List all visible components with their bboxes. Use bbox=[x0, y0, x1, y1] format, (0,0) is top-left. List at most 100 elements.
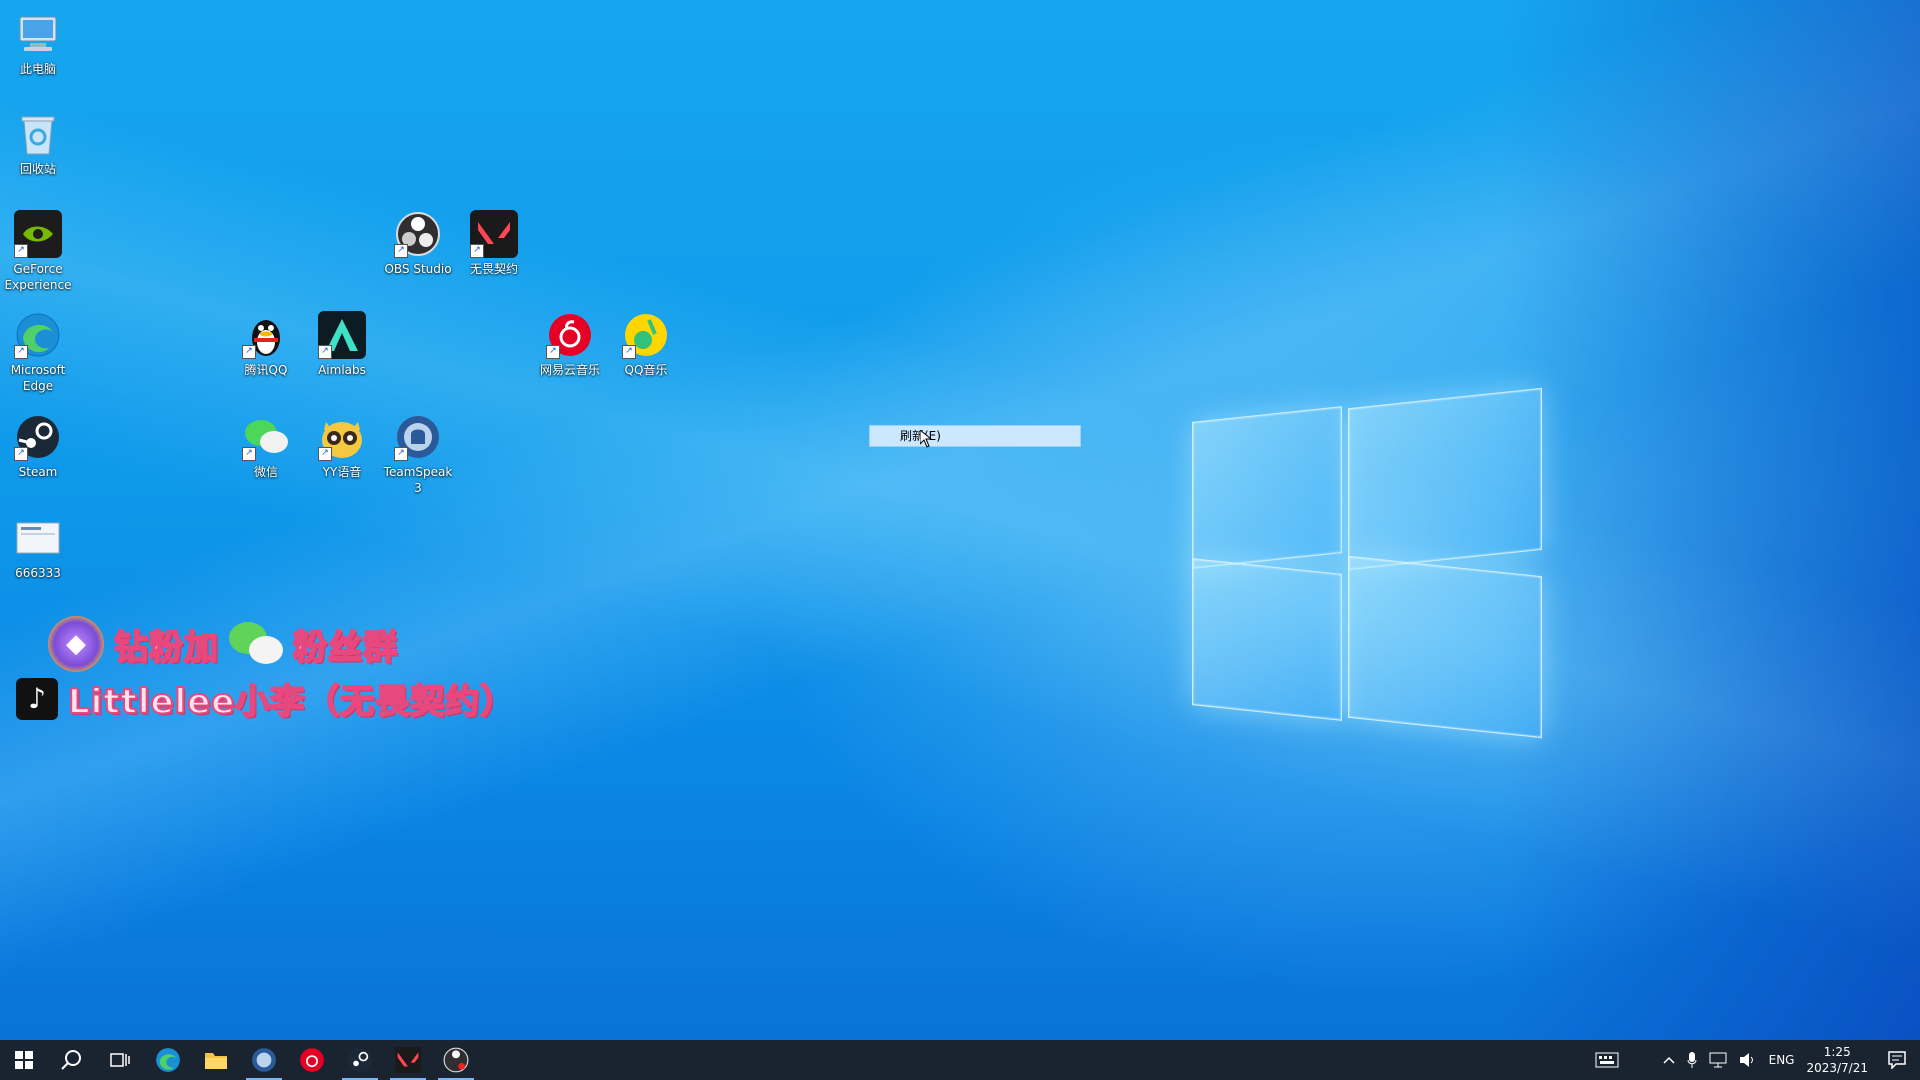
shortcut-arrow-icon: ↗ bbox=[318, 345, 332, 359]
wechat-icon: ↗ bbox=[242, 413, 290, 461]
icon-label: 666333 bbox=[15, 566, 61, 580]
desktop-icon-geforce[interactable]: ↗ GeForce Experience bbox=[1, 210, 75, 293]
start-button[interactable] bbox=[0, 1040, 48, 1080]
desktop-icon-this-pc[interactable]: 此电脑 bbox=[1, 10, 75, 77]
desktop-icon-valorant[interactable]: ↗ 无畏契约 bbox=[457, 210, 531, 277]
diamond-badge-icon: ◆ bbox=[48, 616, 104, 672]
banner-text-a: 钻粉加 bbox=[113, 627, 219, 669]
tray-spacer bbox=[1625, 1040, 1657, 1080]
document-thumbnail-icon bbox=[14, 514, 62, 562]
obs-icon bbox=[443, 1047, 469, 1073]
tray-clock[interactable]: 1:25 2023/7/21 bbox=[1800, 1040, 1874, 1080]
desktop-icon-yy[interactable]: ↗ YY语音 bbox=[305, 413, 379, 480]
tray-microphone-button[interactable] bbox=[1681, 1040, 1703, 1080]
icon-label: Aimlabs bbox=[318, 363, 366, 377]
shortcut-arrow-icon: ↗ bbox=[14, 345, 28, 359]
icon-label: Steam bbox=[18, 465, 58, 479]
desktop-icon-obs[interactable]: ↗ OBS Studio bbox=[381, 210, 455, 277]
banner-text-b: 粉丝群 bbox=[292, 627, 398, 669]
tray-keyboard-button[interactable] bbox=[1589, 1040, 1625, 1080]
network-icon bbox=[1709, 1052, 1727, 1068]
speaker-icon bbox=[1739, 1053, 1753, 1067]
icon-label: GeForce Experience bbox=[4, 262, 72, 292]
desktop-icon-666333[interactable]: 666333 bbox=[1, 514, 75, 581]
mouse-cursor-icon bbox=[919, 428, 933, 452]
icon-label: 回收站 bbox=[19, 162, 56, 176]
edge-icon: ↗ bbox=[14, 311, 62, 359]
yy-raccoon-icon: ↗ bbox=[318, 413, 366, 461]
icon-label: 腾讯QQ bbox=[244, 363, 288, 377]
desktop-icon-teamspeak[interactable]: ↗ TeamSpeak 3 bbox=[381, 413, 455, 496]
icon-label: 微信 bbox=[253, 465, 278, 479]
desktop-icon-qq[interactable]: ↗ 腾讯QQ bbox=[229, 311, 303, 378]
shortcut-arrow-icon: ↗ bbox=[394, 447, 408, 461]
action-center-button[interactable] bbox=[1874, 1040, 1920, 1080]
obs-icon: ↗ bbox=[394, 210, 442, 258]
computer-icon bbox=[14, 10, 62, 58]
taskbar: ENG 1:25 2023/7/21 bbox=[0, 1040, 1920, 1080]
notification-icon bbox=[1888, 1051, 1906, 1069]
shortcut-arrow-icon: ↗ bbox=[242, 345, 256, 359]
shortcut-arrow-icon: ↗ bbox=[14, 447, 28, 461]
taskbar-netease-music[interactable] bbox=[288, 1040, 336, 1080]
light-beam bbox=[0, 0, 1920, 1080]
task-view-button[interactable] bbox=[96, 1040, 144, 1080]
desktop-icon-netease-music[interactable]: ↗ 网易云音乐 bbox=[533, 311, 607, 378]
wallpaper-shade bbox=[1500, 0, 1920, 1040]
qq-penguin-icon: ↗ bbox=[242, 311, 290, 359]
desktop-icon-aimlabs[interactable]: ↗ Aimlabs bbox=[305, 311, 379, 378]
search-icon bbox=[61, 1050, 81, 1070]
desktop-icon-qq-music[interactable]: ↗ QQ音乐 bbox=[609, 311, 683, 378]
banner-text-c: Littlelee小李（无畏契约） bbox=[67, 681, 516, 723]
shortcut-arrow-icon: ↗ bbox=[318, 447, 332, 461]
taskbar-file-explorer[interactable] bbox=[192, 1040, 240, 1080]
shortcut-arrow-icon: ↗ bbox=[242, 447, 256, 461]
edge-icon bbox=[156, 1048, 180, 1072]
windows-start-icon bbox=[15, 1051, 33, 1069]
search-button[interactable] bbox=[48, 1040, 96, 1080]
shortcut-arrow-icon: ↗ bbox=[622, 345, 636, 359]
desktop-icon-edge[interactable]: ↗ Microsoft Edge bbox=[1, 311, 75, 394]
microphone-icon bbox=[1687, 1052, 1697, 1068]
aimlabs-icon: ↗ bbox=[318, 311, 366, 359]
steam-icon bbox=[348, 1048, 372, 1072]
netease-music-icon: ↗ bbox=[546, 311, 594, 359]
nvidia-icon: ↗ bbox=[14, 210, 62, 258]
tray-language-button[interactable]: ENG bbox=[1763, 1040, 1801, 1080]
shortcut-arrow-icon: ↗ bbox=[546, 345, 560, 359]
promo-banner-line1: ◆ 钻粉加 粉丝群 bbox=[48, 616, 398, 672]
system-tray: ENG 1:25 2023/7/21 bbox=[1589, 1040, 1920, 1080]
icon-label: YY语音 bbox=[322, 465, 362, 479]
shortcut-arrow-icon: ↗ bbox=[14, 244, 28, 258]
taskbar-obs[interactable] bbox=[432, 1040, 480, 1080]
windows-logo-wallpaper bbox=[1192, 384, 1542, 740]
shortcut-arrow-icon: ↗ bbox=[470, 244, 484, 258]
clock-date: 2023/7/21 bbox=[1806, 1061, 1868, 1075]
recycle-bin-icon bbox=[14, 110, 62, 158]
context-menu-item-refresh[interactable]: 刷新(E) bbox=[869, 425, 1081, 447]
taskbar-teamspeak[interactable] bbox=[240, 1040, 288, 1080]
tray-network-button[interactable] bbox=[1703, 1040, 1733, 1080]
promo-banner-line2: ♪ Littlelee小李（无畏契约） bbox=[16, 674, 515, 723]
tray-overflow-button[interactable] bbox=[1657, 1040, 1681, 1080]
icon-label: 网易云音乐 bbox=[539, 363, 600, 377]
icon-label: TeamSpeak 3 bbox=[383, 465, 453, 495]
icon-label: OBS Studio bbox=[384, 262, 452, 276]
tiktok-logo-icon: ♪ bbox=[16, 677, 58, 720]
wechat-logo-icon bbox=[229, 622, 283, 666]
desktop-icon-recycle-bin[interactable]: 回收站 bbox=[1, 110, 75, 177]
icon-label: Microsoft Edge bbox=[10, 363, 66, 393]
desktop-icon-steam[interactable]: ↗ Steam bbox=[1, 413, 75, 480]
valorant-icon: ↗ bbox=[470, 210, 518, 258]
icon-label: 无畏契约 bbox=[469, 262, 518, 276]
steam-icon: ↗ bbox=[14, 413, 62, 461]
tray-volume-button[interactable] bbox=[1733, 1040, 1763, 1080]
taskbar-steam[interactable] bbox=[336, 1040, 384, 1080]
desktop-icon-wechat[interactable]: ↗ 微信 bbox=[229, 413, 303, 480]
task-view-icon bbox=[110, 1053, 130, 1067]
teamspeak-icon bbox=[252, 1048, 276, 1072]
taskbar-valorant[interactable] bbox=[384, 1040, 432, 1080]
icon-label: 此电脑 bbox=[19, 62, 56, 76]
teamspeak-icon: ↗ bbox=[394, 413, 442, 461]
taskbar-edge[interactable] bbox=[144, 1040, 192, 1080]
